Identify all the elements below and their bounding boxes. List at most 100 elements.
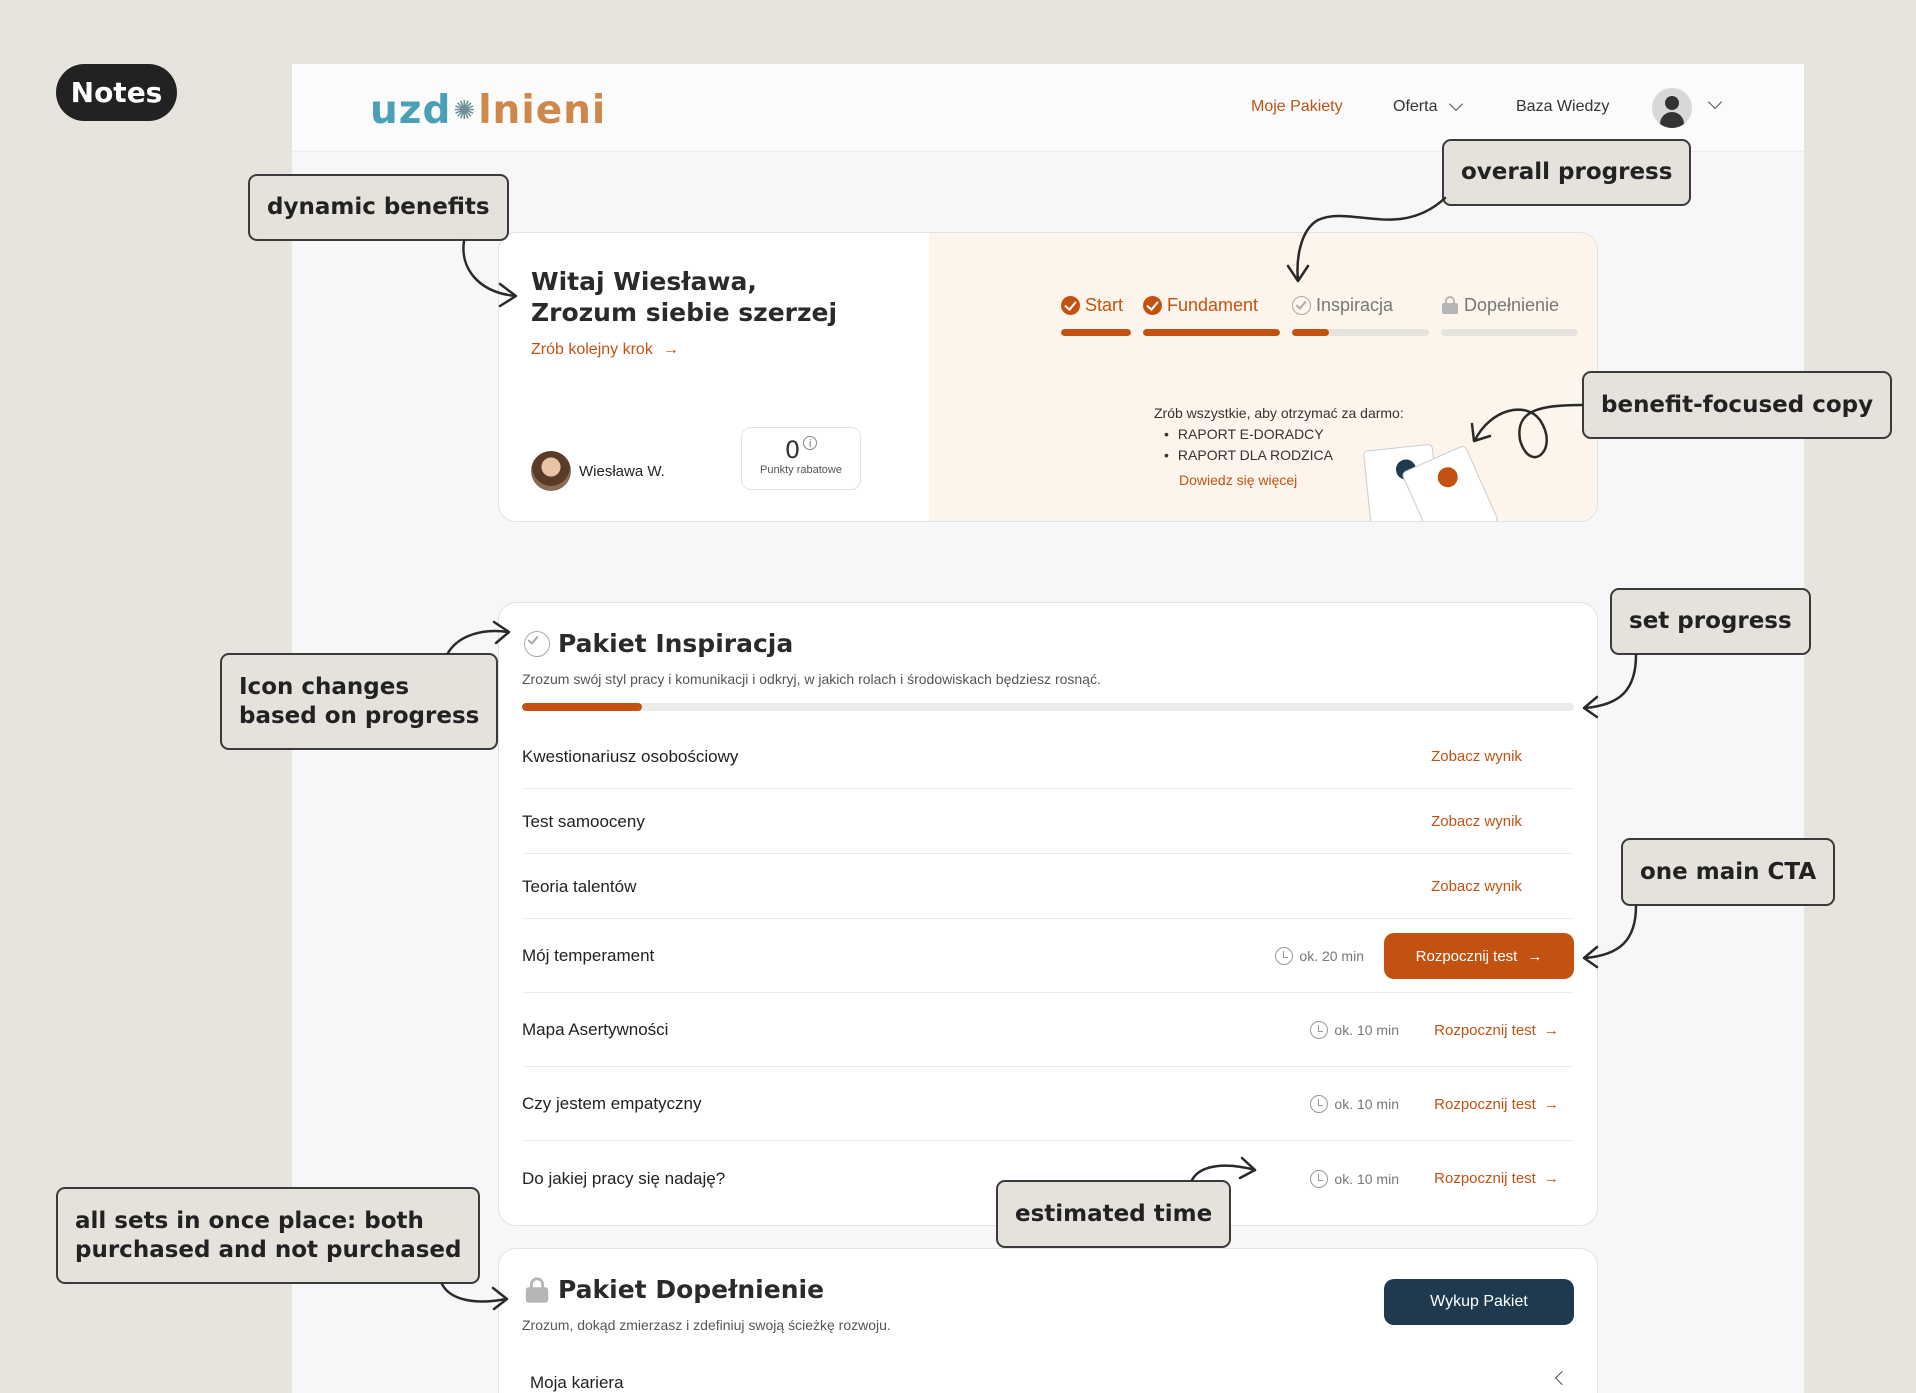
test-name: Moja kariera	[530, 1373, 624, 1392]
annotation-main-cta: one main CTA	[1621, 838, 1836, 906]
start-test-primary-button[interactable]: Rozpocznij test →	[1384, 933, 1574, 979]
greeting-line: Witaj Wiesława,	[531, 267, 757, 296]
lock-icon	[1441, 296, 1459, 314]
logo[interactable]: uzd ✺ lnieni	[370, 88, 606, 133]
arrow-right-icon: →	[662, 341, 679, 358]
package-dopelnienie-card: Pakiet Dopełnienie Zrozum, dokąd zmierza…	[498, 1248, 1598, 1393]
sun-logo-icon: ✺	[453, 95, 477, 126]
annotation-line: purchased and not purchased	[75, 1236, 462, 1263]
time-text: ok. 10 min	[1334, 1022, 1399, 1038]
nav-label: Oferta	[1393, 98, 1438, 115]
outline-check-badge-icon	[524, 630, 550, 657]
annotation-estimated-time: estimated time	[996, 1180, 1232, 1248]
step-fundament[interactable]: Fundament	[1143, 293, 1280, 336]
step-start[interactable]: Start	[1061, 293, 1131, 336]
logo-part-2: lnieni	[478, 88, 607, 133]
test-name: Kwestionariusz osobościowy	[522, 746, 739, 766]
chevron-left-icon[interactable]	[1554, 1370, 1570, 1386]
time-text: ok. 10 min	[1334, 1170, 1399, 1187]
see-result-link[interactable]: Zobacz wynik	[1399, 813, 1554, 830]
reports-illustration	[1361, 429, 1511, 521]
test-row: Mój temperament ok. 20 min Rozpocznij te…	[522, 920, 1574, 993]
clock-icon	[1275, 947, 1294, 965]
start-test-link[interactable]: Rozpocznij test →	[1419, 1022, 1574, 1039]
points-value: 0	[784, 436, 801, 464]
see-result-link[interactable]: Zobacz wynik	[1399, 878, 1554, 895]
estimated-time: ok. 10 min	[1310, 1169, 1399, 1188]
estimated-time: ok. 20 min	[1275, 947, 1364, 965]
arrow-right-icon: →	[1527, 947, 1543, 965]
link-label: Rozpocznij test	[1434, 1095, 1536, 1113]
test-name: Teoria talentów	[522, 876, 637, 896]
time-text: ok. 20 min	[1299, 948, 1364, 964]
estimated-time: ok. 10 min	[1310, 1021, 1399, 1039]
points-box[interactable]: 0i Punkty rabatowe	[741, 427, 861, 490]
headline-line: Zrozum siebie szerzej	[531, 298, 838, 327]
user-name: Wiesława W.	[579, 463, 665, 480]
annotation-set-progress: set progress	[1610, 588, 1811, 655]
next-step-link[interactable]: Zrób kolejny krok →	[531, 341, 679, 359]
package-description: Zrozum, dokąd zmierzasz i zdefiniuj swoj…	[522, 1317, 891, 1333]
step-dopelnienie[interactable]: Dopełnienie	[1441, 293, 1578, 336]
link-label: Rozpocznij test	[1434, 1021, 1536, 1039]
see-result-link[interactable]: Zobacz wynik	[1399, 748, 1554, 765]
chevron-down-icon	[1449, 96, 1464, 112]
test-row: Mapa Asertywności ok. 10 min Rozpocznij …	[522, 994, 1574, 1067]
buy-package-button[interactable]: Wykup Pakiet	[1384, 1279, 1574, 1325]
clock-icon	[1310, 1021, 1329, 1039]
nav-oferta[interactable]: Oferta	[1393, 96, 1464, 116]
outline-check-badge-icon	[1292, 295, 1311, 315]
test-name: Mój temperament	[522, 946, 655, 965]
test-row: Teoria talentów Zobacz wynik	[522, 855, 1574, 919]
package-title-text: Pakiet Inspiracja	[558, 629, 794, 658]
start-test-link[interactable]: Rozpocznij test →	[1419, 1096, 1574, 1113]
test-name: Czy jestem empatyczny	[522, 1094, 702, 1113]
test-row: Test samooceny Zobacz wynik	[522, 790, 1574, 854]
nav-label: Moje Pakiety	[1251, 98, 1343, 115]
annotation-all-sets: all sets in once place: both purchased an…	[56, 1187, 481, 1284]
package-description: Zrozum swój styl pracy i komunikacji i o…	[522, 671, 1101, 687]
arrow-right-icon: →	[1543, 1021, 1559, 1039]
next-step-label: Zrób kolejny krok	[531, 341, 653, 358]
annotation-icon-changes: Icon changes based on progress	[220, 653, 499, 750]
arrow-right-icon: →	[1543, 1170, 1559, 1187]
user-photo-avatar	[531, 451, 571, 491]
annotation-line: all sets in once place: both	[75, 1207, 424, 1234]
logo-part-1: uzd	[370, 88, 452, 133]
step-label: Start	[1085, 294, 1124, 315]
time-text: ok. 10 min	[1334, 1096, 1399, 1112]
link-label: Rozpocznij test	[1434, 1170, 1536, 1187]
arrow-right-icon: →	[1543, 1095, 1559, 1113]
test-row: Czy jestem empatyczny ok. 10 min Rozpocz…	[522, 1068, 1574, 1141]
clock-icon	[1310, 1169, 1329, 1188]
step-inspiracja[interactable]: Inspiracja	[1292, 293, 1429, 336]
package-progress-bar	[522, 703, 1574, 711]
check-badge-icon	[1143, 295, 1162, 315]
package-title: Pakiet Inspiracja	[524, 629, 793, 658]
test-name: Test samooceny	[522, 811, 645, 831]
annotation-benefit-copy: benefit-focused copy	[1582, 371, 1893, 439]
button-label: Rozpocznij test	[1415, 947, 1518, 965]
user-avatar-button[interactable]	[1652, 88, 1692, 128]
benefits-intro: Zrób wszystkie, aby otrzymać za darmo:	[1154, 405, 1404, 421]
nav-moje-pakiety[interactable]: Moje Pakiety	[1251, 98, 1343, 116]
benefit-text: RAPORT E-DORADCY	[1177, 426, 1324, 442]
points-label: Punkty rabatowe	[760, 464, 842, 476]
estimated-time: ok. 10 min	[1310, 1095, 1399, 1113]
notes-tag: Notes	[56, 64, 177, 121]
nav-label: Baza Wiedzy	[1516, 98, 1610, 115]
info-icon[interactable]: i	[803, 436, 818, 450]
package-title-text: Pakiet Dopełnienie	[558, 1275, 825, 1304]
annotation-line: based on progress	[239, 702, 480, 729]
check-badge-icon	[1061, 295, 1080, 315]
lock-icon	[524, 1276, 549, 1303]
annotation-dynamic-benefits: dynamic benefits	[248, 174, 509, 241]
step-label: Fundament	[1167, 294, 1259, 315]
test-row: Kwestionariusz osobościowy Zobacz wynik	[522, 725, 1574, 789]
package-title: Pakiet Dopełnienie	[524, 1275, 824, 1304]
start-test-link[interactable]: Rozpocznij test →	[1419, 1170, 1574, 1187]
nav-baza-wiedzy[interactable]: Baza Wiedzy	[1516, 98, 1609, 116]
annotation-line: Icon changes	[239, 673, 410, 700]
step-label: Dopełnienie	[1464, 294, 1560, 315]
overall-progress-steps: Start Fundament Inspiracja Dopełnienie	[1061, 293, 1578, 336]
